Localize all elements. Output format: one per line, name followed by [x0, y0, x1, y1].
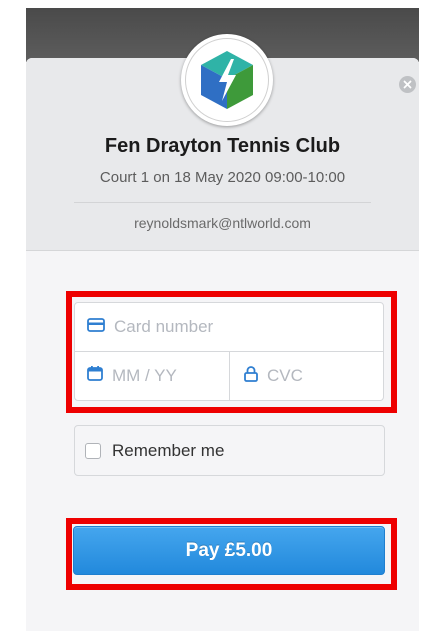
customer-email: reynoldsmark@ntlworld.com — [134, 215, 311, 231]
pay-button-highlight — [66, 518, 397, 590]
remember-me-toggle[interactable]: Remember me — [74, 425, 385, 476]
bolt-cube-logo-icon — [185, 38, 269, 122]
club-logo — [181, 34, 273, 126]
booking-details: Court 1 on 18 May 2020 09:00-10:00 — [99, 169, 346, 186]
club-name: Fen Drayton Tennis Club — [104, 135, 341, 157]
remember-me-checkbox[interactable] — [85, 442, 101, 459]
close-icon[interactable] — [399, 76, 416, 93]
remember-me-label: Remember me — [112, 440, 225, 460]
header-divider — [74, 202, 371, 203]
checkout-page: Fen Drayton Tennis Club Court 1 on 18 Ma… — [0, 0, 421, 631]
card-details-highlight — [66, 291, 397, 413]
